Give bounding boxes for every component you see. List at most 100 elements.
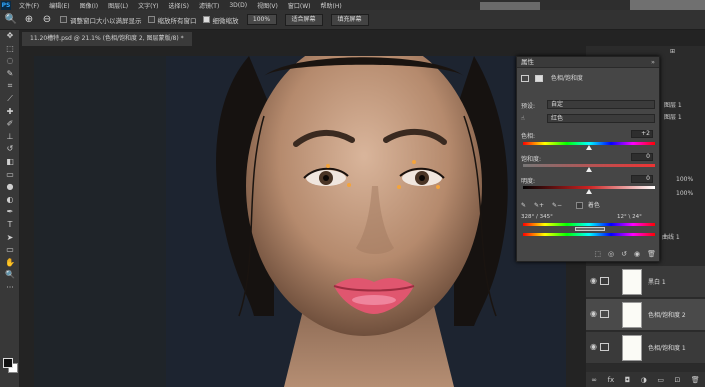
document-image[interactable]	[34, 56, 566, 387]
layer-mask-thumbnail[interactable]	[622, 302, 642, 328]
quick-select-tool-icon[interactable]: ✎	[0, 68, 20, 81]
move-tool-icon[interactable]: ✥	[0, 30, 20, 43]
pen-tool-icon[interactable]: ✒	[0, 206, 20, 219]
eyedropper-plus-icon[interactable]: ✎+	[534, 202, 544, 209]
options-bar: 🔍 ⊕ ⊖ 调整窗口大小以满屏显示 缩放所有窗口 细微缩放 100% 适合屏幕 …	[0, 10, 705, 30]
zoom-percent-field[interactable]: 100%	[246, 14, 277, 25]
zoom-all-checkbox[interactable]	[147, 16, 155, 23]
hue-slider-thumb[interactable]	[586, 145, 592, 150]
brush-tool-icon[interactable]: ✐	[0, 118, 20, 131]
colorize-checkbox[interactable]	[575, 202, 583, 209]
trash-icon[interactable]: 🗑	[691, 376, 700, 384]
history-brush-icon[interactable]: ↺	[0, 143, 20, 156]
layer-mask-thumbnail[interactable]	[622, 335, 642, 361]
properties-panel: 属性 » 色相/饱和度 预设: 自定 ☝ 红色 色相: +2 饱和度: 0 明度…	[516, 56, 660, 262]
layers-footer: ∞ fx ◘ ◑ ▭ ⊡ 🗑	[586, 372, 705, 387]
new-layer-icon[interactable]: ⊡	[674, 376, 680, 384]
menu-file[interactable]: 文件(F)	[19, 1, 39, 10]
layer-mask-thumbnail[interactable]	[622, 269, 642, 295]
eye-icon[interactable]: ◉	[590, 342, 597, 351]
fit-screen-button[interactable]: 适合屏幕	[284, 13, 323, 26]
eraser-tool-icon[interactable]: ◧	[0, 156, 20, 169]
menu-edit[interactable]: 编辑(E)	[49, 1, 69, 10]
resize-windows-label: 调整窗口大小以满屏显示	[70, 16, 142, 25]
mask-icon[interactable]: ◘	[625, 376, 631, 384]
scrubby-zoom-label: 细微缩放	[212, 16, 239, 25]
channel-dropdown[interactable]: 红色	[547, 114, 655, 123]
adjustment-name: 色相/饱和度	[550, 75, 583, 82]
layer-row[interactable]: ◉ 色相/饱和度 1	[586, 332, 705, 364]
foreground-color-swatch[interactable]	[3, 358, 13, 368]
canvas-area[interactable]	[20, 46, 586, 387]
sidebit-1: ⊞	[670, 48, 676, 55]
menu-select[interactable]: 选择(S)	[168, 1, 189, 10]
layer-row-selected[interactable]: ◉ 色相/饱和度 2	[586, 299, 705, 331]
link-icon[interactable]: ∞	[591, 376, 597, 384]
more-tools-icon[interactable]: ···	[0, 282, 20, 295]
resize-windows-checkbox[interactable]	[60, 16, 67, 23]
clip-icon[interactable]: ⬚	[594, 250, 601, 260]
eyedropper-icon[interactable]: ✎	[521, 202, 526, 209]
menu-view[interactable]: 视图(V)	[257, 1, 278, 10]
preset-dropdown[interactable]: 自定	[547, 100, 655, 109]
lightness-slider-thumb[interactable]	[586, 189, 592, 194]
collapse-icon[interactable]: »	[651, 57, 655, 68]
lasso-tool-icon[interactable]: ◌	[0, 55, 20, 68]
document-tab-bar: 11.20槽特.psd @ 21.1% (色相/饱和度 2, 图层蒙版/8) *	[20, 30, 705, 46]
zoom-all-label: 缩放所有窗口	[157, 16, 197, 25]
saturation-slider-thumb[interactable]	[586, 167, 592, 172]
fx-icon[interactable]: fx	[608, 376, 615, 384]
hue-field[interactable]: +2	[631, 130, 653, 138]
adjustment-type-icon	[521, 75, 529, 82]
zoom-out-icon[interactable]: ⊖	[40, 13, 54, 27]
crop-tool-icon[interactable]: ⌗	[0, 80, 20, 93]
eye-icon[interactable]: ◉	[590, 309, 597, 318]
document-tab[interactable]: 11.20槽特.psd @ 21.1% (色相/饱和度 2, 图层蒙版/8) *	[22, 32, 192, 46]
mask-mode-icon[interactable]	[534, 75, 543, 82]
range-selector[interactable]	[575, 227, 605, 231]
layer-row[interactable]: ◉ 黑白 1	[586, 266, 705, 298]
group-icon[interactable]: ▭	[657, 376, 664, 384]
stamp-tool-icon[interactable]: ⊥	[0, 131, 20, 144]
marquee-tool-icon[interactable]: ⬚	[0, 43, 20, 56]
menu-image[interactable]: 图像(I)	[80, 1, 98, 10]
healing-tool-icon[interactable]: ✚	[0, 106, 20, 119]
menu-window[interactable]: 窗口(W)	[288, 1, 311, 10]
eyedropper-minus-icon[interactable]: ✎−	[552, 202, 562, 209]
menu-layer[interactable]: 图层(L)	[108, 1, 128, 10]
visibility-icon[interactable]: ◉	[634, 250, 640, 260]
menu-3d[interactable]: 3D(D)	[229, 2, 247, 9]
zoom-in-icon[interactable]: ⊕	[22, 13, 36, 27]
eye-icon[interactable]: ◉	[590, 276, 597, 285]
adjustment-layer-icon[interactable]: ◑	[641, 376, 647, 384]
saturation-field[interactable]: 0	[631, 153, 653, 161]
gradient-tool-icon[interactable]: ▭	[0, 169, 20, 182]
layer-label-partial-3: 曲线 1	[662, 234, 680, 241]
fill-screen-button[interactable]: 填充屏幕	[330, 13, 369, 26]
dodge-tool-icon[interactable]: ◐	[0, 194, 20, 207]
blur-tool-icon[interactable]: ●	[0, 181, 20, 194]
type-tool-icon[interactable]: T	[0, 219, 20, 232]
zoom-tool-icon[interactable]: 🔍	[4, 13, 18, 27]
rectangle-tool-icon[interactable]: ▭	[0, 244, 20, 257]
eyedropper-tool-icon[interactable]: ⟋	[0, 93, 20, 106]
lightness-field[interactable]: 0	[631, 175, 653, 183]
menu-type[interactable]: 文字(Y)	[138, 1, 158, 10]
zoom-tool-side-icon[interactable]: 🔍	[0, 269, 20, 282]
colorize-label: 着色	[587, 202, 600, 209]
layer-name: 黑白 1	[648, 279, 666, 286]
hand-tool-icon[interactable]: ✋	[0, 257, 20, 270]
scrubby-zoom-checkbox[interactable]	[202, 16, 210, 23]
properties-footer: ⬚ ◎ ↺ ◉ 🗑	[520, 250, 660, 260]
fill-value[interactable]: 100%	[676, 190, 693, 197]
menu-help[interactable]: 帮助(H)	[321, 1, 342, 10]
adjustment-icon	[600, 277, 609, 285]
menu-filter[interactable]: 滤镜(T)	[199, 1, 219, 10]
delete-icon[interactable]: 🗑	[647, 250, 656, 260]
opacity-value[interactable]: 100%	[676, 176, 693, 183]
path-select-icon[interactable]: ➤	[0, 232, 20, 245]
reset-icon[interactable]: ↺	[621, 250, 627, 260]
range-top-bar	[523, 223, 655, 226]
view-previous-icon[interactable]: ◎	[608, 250, 614, 260]
adjustment-icon	[600, 343, 609, 351]
